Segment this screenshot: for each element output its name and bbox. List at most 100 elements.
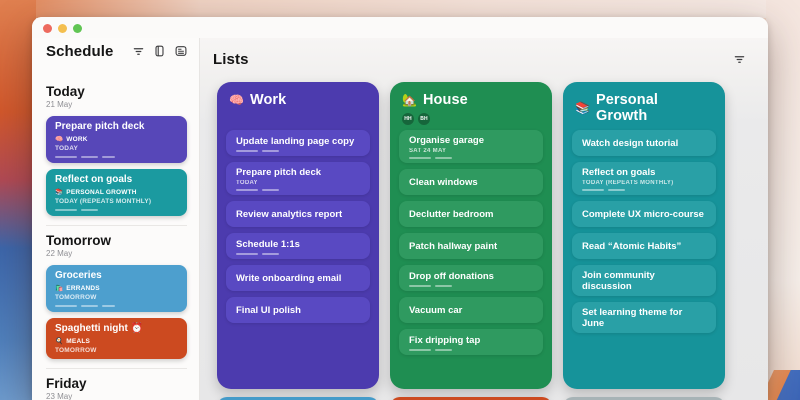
dash-line (262, 189, 279, 191)
board-title: Lists (213, 50, 249, 68)
book-icon[interactable] (153, 45, 166, 58)
task-title: Prepare pitch deck (55, 121, 145, 132)
list-item[interactable]: Final UI polish (226, 297, 370, 323)
list-item[interactable]: Prepare pitch deck TODAY (226, 162, 370, 195)
list-item[interactable]: Declutter bedroom (399, 201, 543, 227)
section-day-label: Friday (46, 376, 87, 391)
list-header: 🧠 Work (226, 92, 370, 130)
item-title: Final UI polish (236, 305, 301, 316)
note-dashes (236, 149, 360, 152)
traffic-lights (43, 24, 82, 33)
note-dashes (236, 189, 360, 191)
note-dashes (236, 252, 360, 255)
minimize-button[interactable] (58, 24, 67, 33)
list-emoji-icon: 🧠 (229, 93, 244, 107)
list-name: Personal Growth (595, 92, 659, 124)
task-card[interactable]: Groceries 🛍️ ERRANDS TOMORROW (46, 265, 187, 312)
list-item[interactable]: Write onboarding email (226, 265, 370, 291)
sidebar-header: Schedule (46, 42, 187, 60)
task-card[interactable]: Reflect on goals 📚 PERSONAL GROWTH TODAY (R… (46, 169, 187, 216)
close-button[interactable] (43, 24, 52, 33)
note-dashes (409, 348, 533, 351)
list-item[interactable]: Drop off donations (399, 265, 543, 291)
filter-icon[interactable] (733, 53, 746, 66)
list-item[interactable]: Update landing page copy (226, 130, 370, 156)
sidebar-title: Schedule (46, 42, 114, 60)
task-list-name: ERRANDS (66, 284, 100, 292)
dash-line (435, 348, 452, 351)
item-when-label: SAT 24 MAY (409, 148, 447, 154)
item-title: Set learning theme for June (582, 307, 683, 329)
dash-line (409, 348, 431, 351)
list-item[interactable]: Organise garage SAT 24 MAY (399, 130, 543, 163)
list-emoji-icon: 🍳 (55, 338, 64, 345)
maximize-button[interactable] (73, 24, 82, 33)
list-column-house: 🏡 House HH BH Organise garage SAT 24 MAY Clean… (390, 82, 552, 389)
list-item[interactable]: Review analytics report (226, 201, 370, 227)
avatar[interactable]: HH (402, 113, 414, 125)
list-emoji-icon: 📚 (55, 189, 64, 196)
section-date-label: 22 May (46, 249, 73, 258)
dash-line (102, 156, 115, 158)
avatar[interactable]: BH (418, 113, 430, 125)
dash-line (409, 157, 431, 159)
lists-area: 🧠 Work Update landing page copy Prepare pit… (200, 70, 768, 400)
task-card[interactable]: Prepare pitch deck 🧠 WORK TODAY (46, 116, 187, 163)
list-item[interactable]: Patch hallway paint (399, 233, 543, 259)
item-title: Reflect on goals (582, 167, 656, 178)
dash-line (435, 284, 452, 287)
window-titlebar (32, 17, 768, 38)
list-item[interactable]: Watch design tutorial (572, 130, 716, 156)
list-emoji-icon: 📚 (575, 101, 590, 115)
list-item[interactable]: Read “Atomic Habits” (572, 233, 716, 259)
task-title: Groceries (55, 270, 102, 281)
board-header: Lists (200, 38, 768, 70)
wallpaper-right-band (766, 0, 800, 400)
item-title: Watch design tutorial (582, 138, 679, 149)
dash-line (102, 305, 115, 307)
note-dashes (582, 189, 706, 191)
item-title: Clean windows (409, 177, 478, 188)
dash-line (262, 252, 279, 255)
task-when-label: TOMORROW (55, 347, 97, 354)
task-list-label: 📚 PERSONAL GROWTH (55, 188, 178, 197)
list-item[interactable]: Set learning theme for June (572, 302, 716, 333)
note-dashes (409, 157, 533, 159)
filter-icon[interactable] (132, 45, 145, 58)
dash-line (409, 284, 431, 287)
item-title: Vacuum car (409, 305, 463, 316)
window-body: Schedule Today 21 May Prepare pitch deck 🧠 W… (32, 38, 768, 400)
item-title: Declutter bedroom (409, 209, 494, 220)
list-name: Work (249, 92, 287, 108)
schedule-section: Friday 23 May (46, 376, 187, 400)
list-item[interactable]: Reflect on goals TODAY (REPEATS MONTHLY) (572, 162, 716, 195)
calendar-icon[interactable] (174, 45, 187, 58)
member-avatars: HH BH (402, 113, 540, 125)
list-item[interactable]: Clean windows (399, 169, 543, 195)
list-name: House (422, 92, 468, 108)
list-item[interactable]: Schedule 1:1s (226, 233, 370, 259)
list-item[interactable]: Vacuum car (399, 297, 543, 323)
sidebar-toolbar (132, 45, 187, 58)
list-item[interactable]: Complete UX micro-course (572, 201, 716, 227)
item-title: Write onboarding email (236, 273, 342, 284)
task-card[interactable]: Spaghetti night ⏰ 🍳 MEALS TOMORROW (46, 318, 187, 359)
dash-line (236, 189, 258, 191)
list-emoji-icon: 🏡 (402, 93, 417, 107)
task-title: Spaghetti night ⏰ (55, 323, 143, 334)
dash-line (81, 209, 98, 211)
dash-line (81, 156, 98, 158)
note-dashes (55, 156, 178, 158)
task-when-label: TOMORROW (55, 294, 97, 301)
item-title: Fix dripping tap (409, 334, 481, 346)
note-dashes (55, 209, 178, 211)
list-title-row: 🧠 Work (229, 92, 367, 108)
list-item[interactable]: Join community discussion (572, 265, 716, 296)
item-when-label: TODAY (REPEATS MONTHLY) (582, 180, 674, 186)
task-list-label: 🍳 MEALS (55, 337, 178, 346)
lists-row: 🧠 Work Update landing page copy Prepare pit… (217, 82, 768, 389)
list-item[interactable]: Fix dripping tap (399, 329, 543, 355)
section-day-label: Tomorrow (46, 233, 111, 248)
app-window: Schedule Today 21 May Prepare pitch deck 🧠 W… (32, 17, 768, 400)
item-when-label: TODAY (236, 180, 258, 186)
